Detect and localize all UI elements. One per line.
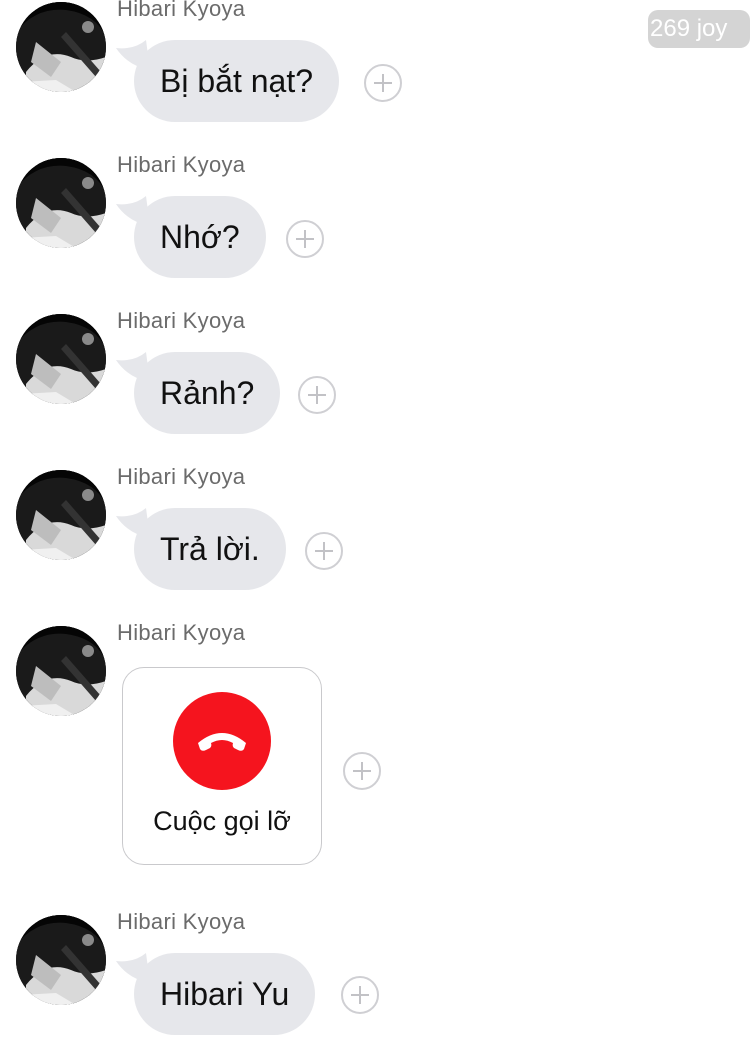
avatar-image xyxy=(16,626,106,716)
add-reaction-icon[interactable] xyxy=(364,64,402,102)
sender-avatar[interactable] xyxy=(16,915,106,1005)
add-reaction-icon[interactable] xyxy=(298,376,336,414)
missed-call-label: Cuộc gọi lỡ xyxy=(153,806,291,836)
message-bubble[interactable]: Rảnh? xyxy=(134,352,281,434)
avatar-image xyxy=(16,158,106,248)
missed-call-phone-icon[interactable] xyxy=(173,692,271,790)
add-reaction-icon[interactable] xyxy=(286,220,324,258)
sender-name: Hibari Kyoya xyxy=(117,152,246,177)
message-bubble[interactable]: Bị bắt nạt? xyxy=(134,40,339,122)
message-bubble[interactable]: Hibari Yu xyxy=(134,953,316,1035)
missed-call-card[interactable]: Cuộc gọi lỡ xyxy=(122,667,322,865)
avatar-image xyxy=(16,915,106,1005)
sender-avatar[interactable] xyxy=(16,314,106,404)
avatar-image xyxy=(16,2,106,92)
sender-avatar[interactable] xyxy=(16,626,106,716)
message-bubble[interactable]: Trả lời. xyxy=(134,508,286,590)
sender-name: Hibari Kyoya xyxy=(117,620,246,645)
avatar-image xyxy=(16,314,106,404)
sender-avatar[interactable] xyxy=(16,470,106,560)
add-reaction-icon[interactable] xyxy=(343,752,381,790)
avatar-image xyxy=(16,470,106,560)
sender-name: Hibari Kyoya xyxy=(117,308,246,333)
message-bubble[interactable]: Nhớ? xyxy=(134,196,266,278)
phone-hangup-glyph xyxy=(198,733,246,751)
add-reaction-icon[interactable] xyxy=(341,976,379,1014)
sender-name: Hibari Kyoya xyxy=(117,464,246,489)
sender-name: Hibari Kyoya xyxy=(117,0,246,21)
add-reaction-icon[interactable] xyxy=(305,532,343,570)
sender-avatar[interactable] xyxy=(16,158,106,248)
sender-name: Hibari Kyoya xyxy=(117,909,246,934)
watermark-label: 269 joy xyxy=(648,10,750,48)
sender-avatar[interactable] xyxy=(16,2,106,92)
